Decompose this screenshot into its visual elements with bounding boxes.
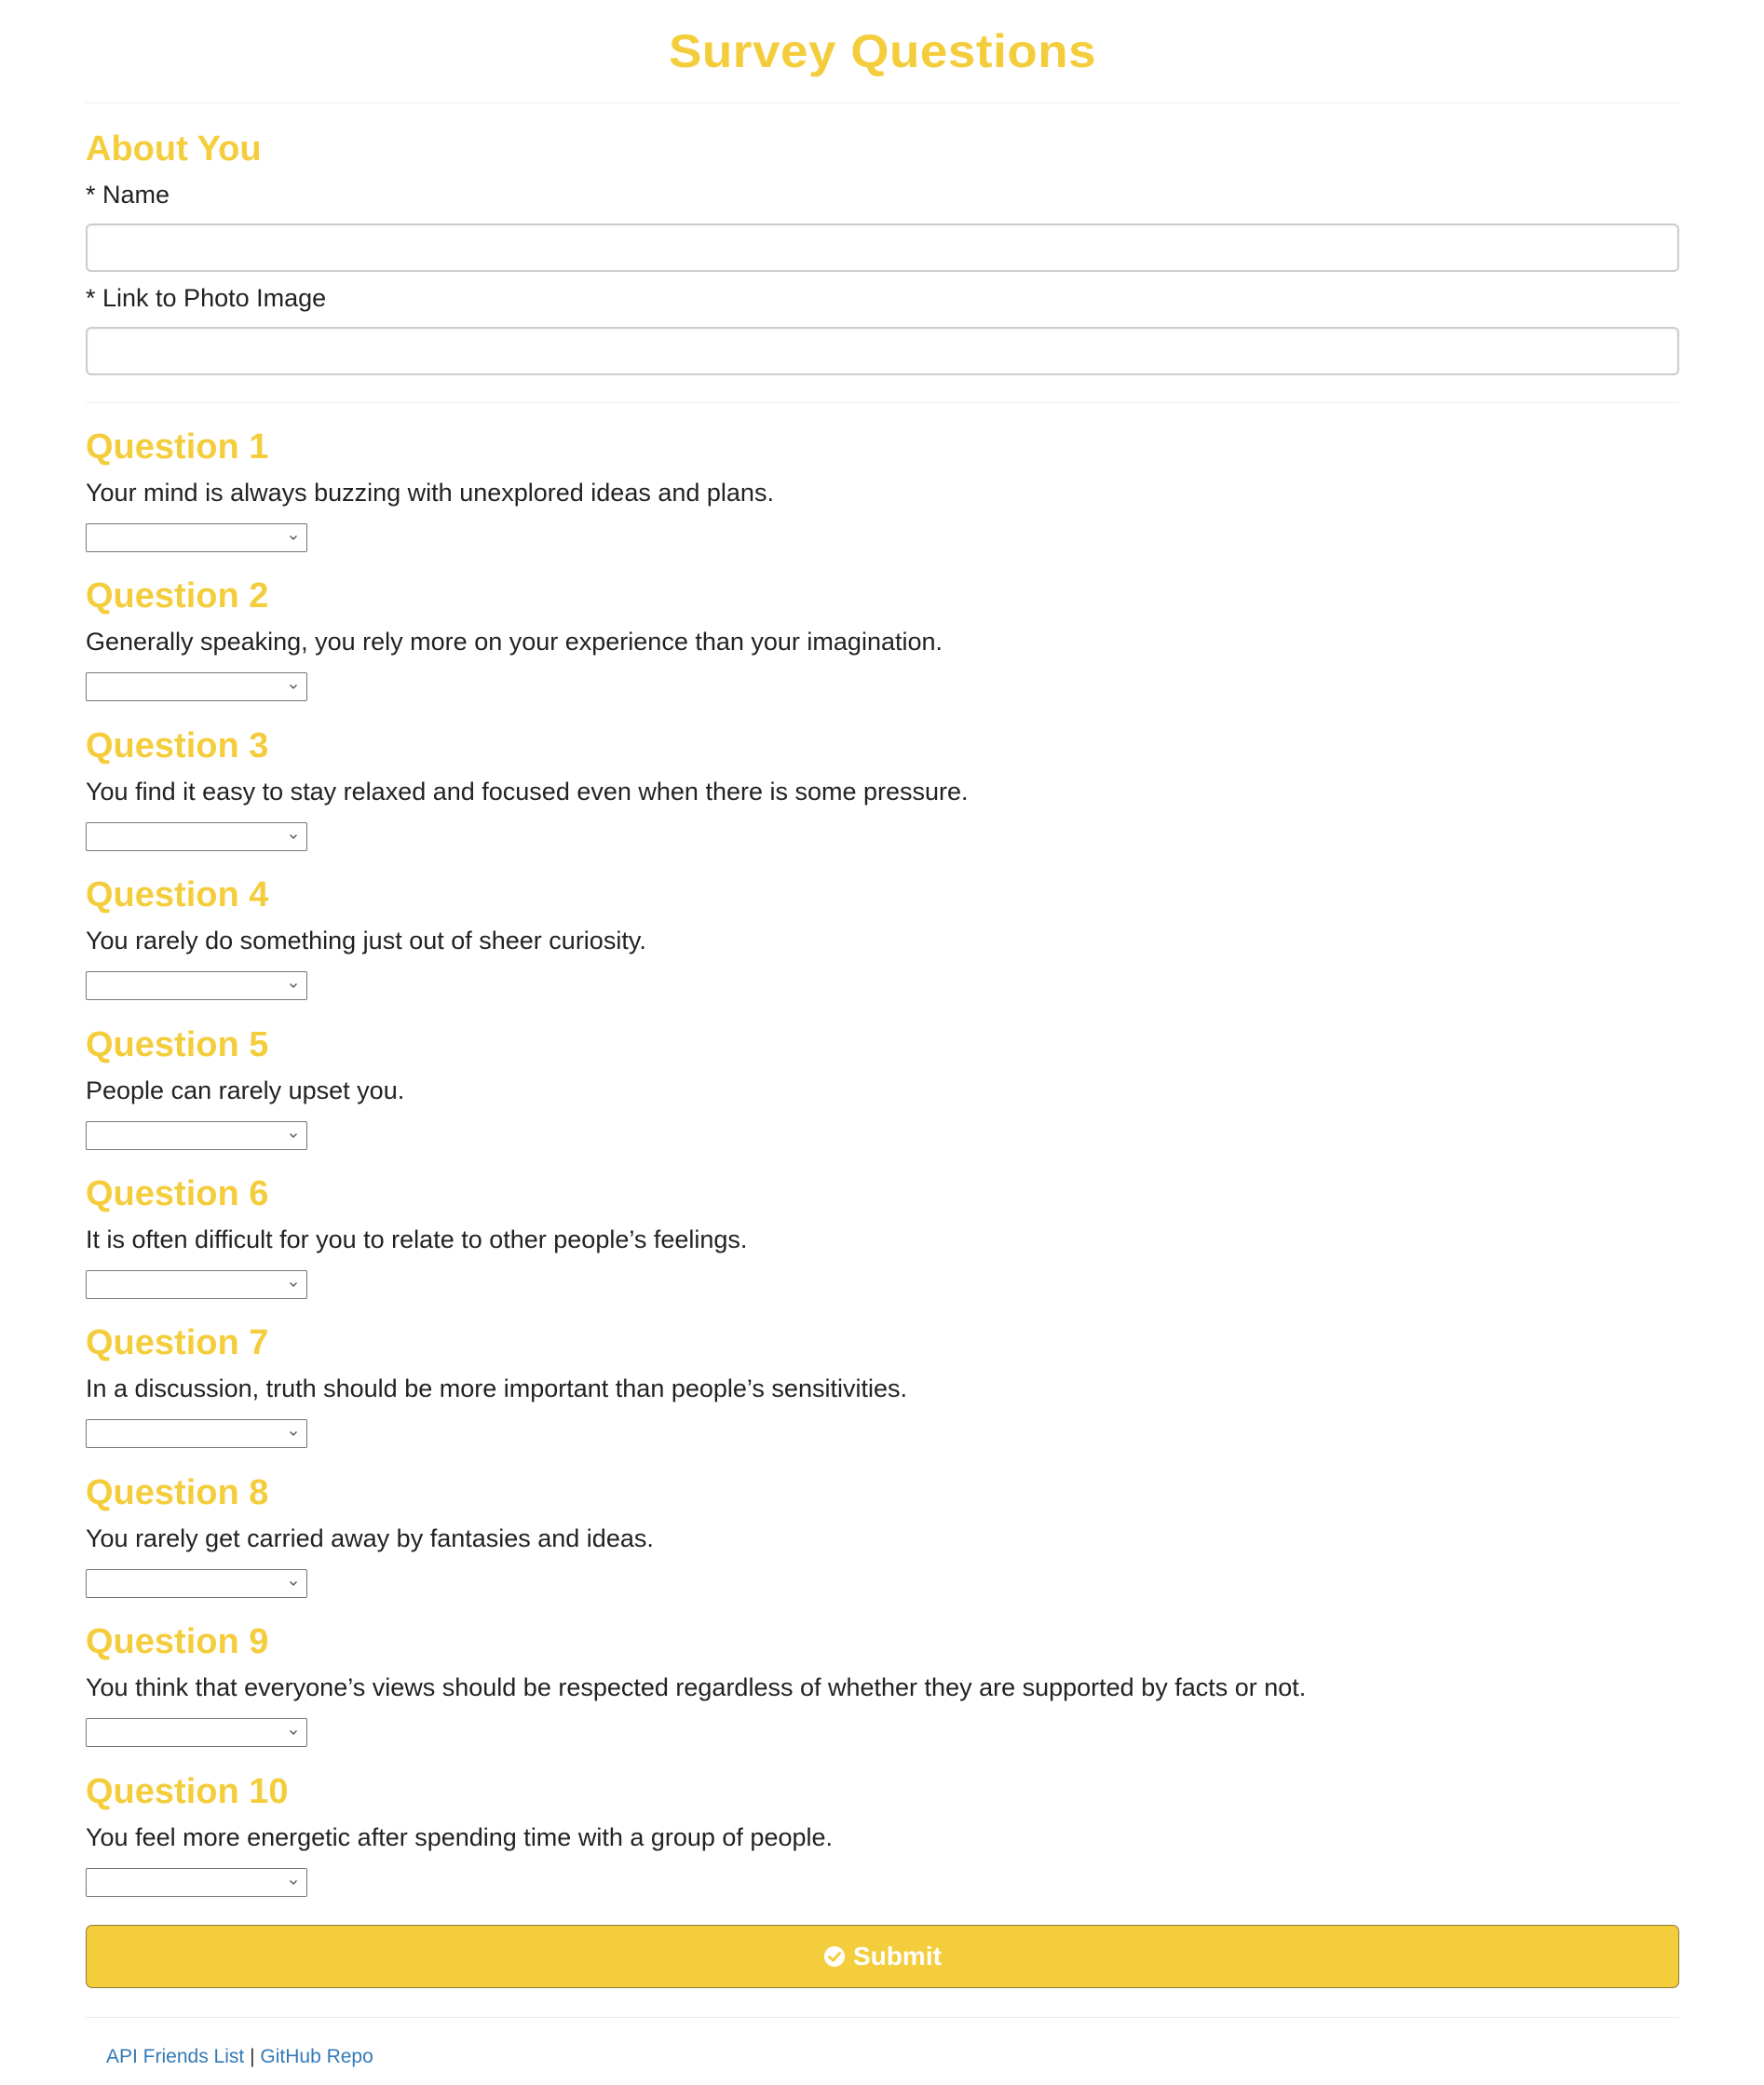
question-3-text: You find it easy to stay relaxed and foc… xyxy=(86,778,969,806)
github-repo-link[interactable]: GitHub Repo xyxy=(260,2046,373,2067)
question-10-heading: Question 10 xyxy=(86,1772,289,1811)
question-4-heading: Question 4 xyxy=(86,875,269,914)
chevron-down-icon xyxy=(290,1581,297,1586)
footer-divider xyxy=(86,2017,1679,2018)
question-9-text: You think that everyone’s views should b… xyxy=(86,1673,1307,1701)
submit-button[interactable]: Submit xyxy=(86,1925,1679,1988)
question-10-select[interactable] xyxy=(86,1868,307,1897)
question-5-heading: Question 5 xyxy=(86,1025,269,1064)
question-6-heading: Question 6 xyxy=(86,1174,269,1213)
chevron-down-icon xyxy=(290,1431,297,1436)
question-7-heading: Question 7 xyxy=(86,1323,269,1362)
chevron-down-icon xyxy=(290,535,297,540)
question-8-heading: Question 8 xyxy=(86,1473,269,1512)
question-8-select[interactable] xyxy=(86,1569,307,1598)
question-1-select[interactable] xyxy=(86,523,307,552)
question-8-text: You rarely get carried away by fantasies… xyxy=(86,1524,654,1552)
question-7-text: In a discussion, truth should be more im… xyxy=(86,1374,907,1402)
question-3-select[interactable] xyxy=(86,822,307,851)
submit-label: Submit xyxy=(853,1942,942,1970)
question-4-text: You rarely do something just out of shee… xyxy=(86,927,646,954)
question-1-heading: Question 1 xyxy=(86,427,269,467)
question-5-text: People can rarely upset you. xyxy=(86,1076,405,1104)
photo-link-input[interactable] xyxy=(86,327,1679,375)
footer-links: API Friends List | GitHub Repo xyxy=(106,2046,373,2068)
question-2-text: Generally speaking, you rely more on you… xyxy=(86,628,943,656)
question-6-text: It is often difficult for you to relate … xyxy=(86,1225,748,1253)
name-label: * Name xyxy=(86,181,170,209)
question-5-select[interactable] xyxy=(86,1121,307,1150)
question-10-text: You feel more energetic after spending t… xyxy=(86,1823,834,1851)
chevron-down-icon xyxy=(290,1730,297,1735)
question-1-text: Your mind is always buzzing with unexplo… xyxy=(86,479,774,507)
title-divider xyxy=(86,102,1679,103)
chevron-down-icon xyxy=(290,684,297,689)
footer-separator: | xyxy=(250,2046,255,2067)
chevron-down-icon xyxy=(290,1133,297,1138)
question-9-heading: Question 9 xyxy=(86,1622,269,1661)
question-2-select[interactable] xyxy=(86,672,307,701)
chevron-down-icon xyxy=(290,983,297,988)
name-input[interactable] xyxy=(86,223,1679,272)
check-circle-icon xyxy=(824,1946,846,1967)
question-9-select[interactable] xyxy=(86,1718,307,1747)
question-4-select[interactable] xyxy=(86,971,307,1000)
about-heading: About You xyxy=(86,129,262,169)
chevron-down-icon xyxy=(290,1880,297,1885)
chevron-down-icon xyxy=(290,834,297,839)
question-7-select[interactable] xyxy=(86,1419,307,1448)
question-6-select[interactable] xyxy=(86,1270,307,1299)
page-title: Survey Questions xyxy=(668,25,1097,77)
question-2-heading: Question 2 xyxy=(86,576,269,616)
chevron-down-icon xyxy=(290,1282,297,1287)
photo-link-label: * Link to Photo Image xyxy=(86,284,327,312)
question-3-heading: Question 3 xyxy=(86,726,269,765)
section-divider xyxy=(86,402,1679,403)
api-friends-list-link[interactable]: API Friends List xyxy=(106,2046,244,2067)
